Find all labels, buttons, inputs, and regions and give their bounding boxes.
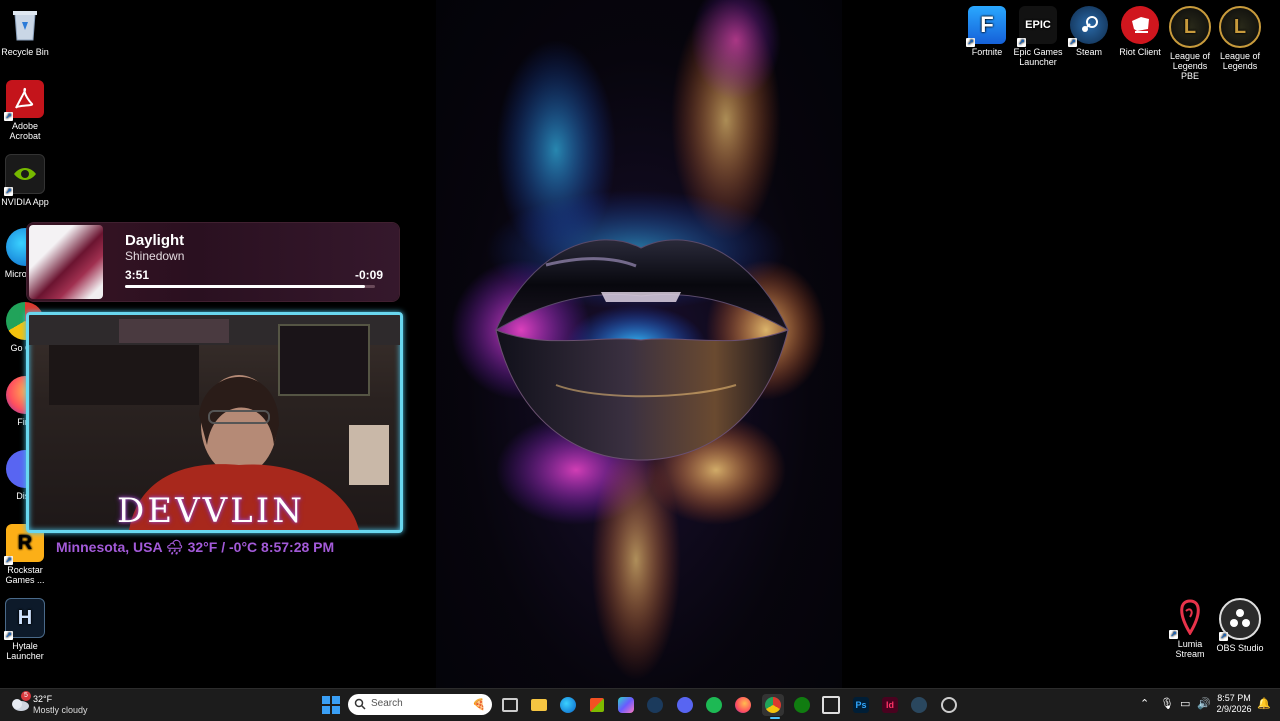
shortcut-arrow-icon: ↗ (4, 187, 13, 196)
desktop-icon-riot-client[interactable]: Riot Client (1113, 6, 1167, 57)
obs-icon (941, 697, 957, 713)
store-icon (590, 698, 604, 712)
webcam-frame: DEVVLIN (26, 312, 403, 533)
search-icon (354, 698, 366, 710)
steam-alt-icon (911, 697, 927, 713)
taskbar-search[interactable]: Search 🍕 (348, 694, 492, 715)
clock-time: 8:57 PM (1217, 693, 1251, 703)
desktop-icon-nvidia[interactable]: ↗ NVIDIA App (0, 154, 52, 207)
location-weather-time: Minnesota, USA 🌧 32°F / -0°C 8:57:28 PM (56, 539, 335, 555)
store-button[interactable] (586, 694, 608, 716)
steam-icon: ↗ (1068, 6, 1108, 47)
file-explorer-icon (531, 699, 547, 711)
desktop-icon-league-pbe[interactable]: L League of Legends PBE (1163, 6, 1217, 81)
steam-alt-button[interactable] (908, 694, 930, 716)
album-art (29, 225, 103, 299)
shortcut-arrow-icon: ↗ (4, 112, 13, 121)
desktop-icon-league[interactable]: L League of Legends (1213, 6, 1267, 71)
track-artist: Shinedown (125, 249, 185, 263)
fortnite-icon: F ↗ (966, 6, 1006, 47)
lumia-stream-icon: ↗ (1169, 598, 1209, 639)
copilot-icon (618, 697, 634, 713)
running-indicator (770, 717, 780, 719)
league-icon: L (1219, 6, 1261, 48)
windows-logo-icon (322, 696, 340, 714)
riot-client-icon (1121, 6, 1159, 44)
acrobat-icon: ↗ (4, 80, 44, 121)
indesign-icon: Id (882, 697, 898, 713)
remaining-time: -0:09 (354, 268, 383, 282)
nvidia-icon: ↗ (4, 154, 45, 196)
capture-icon (822, 696, 840, 714)
search-highlight-icon: 🍕 (472, 699, 486, 711)
weather-temp: 32°F (33, 694, 53, 704)
shortcut-arrow-icon: ↗ (4, 631, 13, 640)
shortcut-arrow-icon: ↗ (1068, 38, 1077, 47)
desktop-icon-hytale[interactable]: H ↗ Hytale Launcher (0, 598, 52, 661)
copilot-button[interactable] (615, 694, 637, 716)
chrome-icon (765, 697, 781, 713)
wallpaper-art (451, 0, 826, 680)
epic-games-icon: EPIC ↗ (1017, 6, 1057, 47)
track-progress-fill (125, 285, 365, 288)
clock-date: 2/9/2026 (1216, 704, 1252, 714)
shortcut-arrow-icon: ↗ (966, 38, 975, 47)
chrome-taskbar-button[interactable] (762, 694, 784, 716)
desktop-icon-acrobat[interactable]: ↗ Adobe Acrobat (0, 80, 52, 141)
weather-condition: Mostly cloudy (33, 705, 88, 715)
track-progress-bar (125, 285, 375, 288)
photoshop-button[interactable]: Ps (850, 694, 872, 716)
steam-taskbar-button[interactable] (644, 694, 666, 716)
league-pbe-icon: L (1169, 6, 1211, 48)
steam-icon (647, 697, 663, 713)
shortcut-arrow-icon: ↗ (1169, 630, 1178, 639)
desktop-icon-fortnite[interactable]: F ↗ Fortnite (960, 6, 1014, 57)
now-playing-widget: Daylight Shinedown 3:51 -0:09 (27, 223, 399, 301)
system-clock[interactable]: 8:57 PM 2/9/2026 (1214, 693, 1254, 715)
desktop-icon-lumia-stream[interactable]: ↗ Lumia Stream (1163, 598, 1217, 659)
spotify-button[interactable] (703, 694, 725, 716)
wallpaper (436, 0, 842, 688)
shortcut-arrow-icon: ↗ (1017, 38, 1026, 47)
microphone-icon[interactable]: 🎙 (1160, 697, 1174, 710)
recycle-bin-icon (6, 6, 44, 44)
streamer-brand: DEVVLIN (117, 491, 305, 531)
desktop-icon-steam[interactable]: ↗ Steam (1062, 6, 1116, 57)
notifications-icon[interactable]: 🔔 (1257, 697, 1271, 710)
task-view-button[interactable] (499, 694, 521, 716)
desktop-icon-rockstar[interactable]: R ↗ Rockstar Games ... (0, 524, 52, 585)
taskbar: 5 32°F Mostly cloudy Search 🍕 Ps Id ⌃ 🎙 … (0, 688, 1280, 721)
obs-taskbar-button[interactable] (938, 694, 960, 716)
capture-button[interactable] (820, 694, 842, 716)
hytale-icon: H ↗ (4, 598, 45, 640)
track-title: Daylight (125, 232, 185, 249)
volume-icon[interactable]: 🔊 (1197, 697, 1211, 710)
desktop-icon-epic-games[interactable]: EPIC ↗ Epic Games Launcher (1011, 6, 1065, 67)
weather-alert-badge: 5 (21, 691, 31, 701)
show-hidden-icons-button[interactable]: ⌃ (1140, 697, 1149, 710)
file-explorer-button[interactable] (528, 694, 550, 716)
spotify-icon (706, 697, 722, 713)
indesign-button[interactable]: Id (879, 694, 901, 716)
shortcut-arrow-icon: ↗ (1219, 632, 1228, 641)
network-icon[interactable]: ▭ (1180, 697, 1190, 710)
edge-taskbar-button[interactable] (557, 694, 579, 716)
discord-taskbar-button[interactable] (674, 694, 696, 716)
edge-icon (560, 697, 576, 713)
firefox-icon (735, 697, 751, 713)
shortcut-arrow-icon: ↗ (4, 556, 13, 565)
discord-icon (677, 697, 693, 713)
search-placeholder: Search (371, 698, 403, 709)
xbox-button[interactable] (791, 694, 813, 716)
xbox-icon (794, 697, 810, 713)
start-button[interactable] (320, 694, 342, 716)
photoshop-icon: Ps (853, 697, 869, 713)
obs-studio-icon: ↗ (1219, 598, 1261, 641)
desktop-icon-recycle-bin[interactable]: Recycle Bin (0, 6, 52, 57)
task-view-icon (502, 698, 518, 712)
firefox-taskbar-button[interactable] (732, 694, 754, 716)
elapsed-time: 3:51 (125, 268, 150, 282)
desktop-icon-obs-studio[interactable]: ↗ OBS Studio (1213, 598, 1267, 653)
weather-widget[interactable]: 5 32°F Mostly cloudy (10, 691, 120, 717)
